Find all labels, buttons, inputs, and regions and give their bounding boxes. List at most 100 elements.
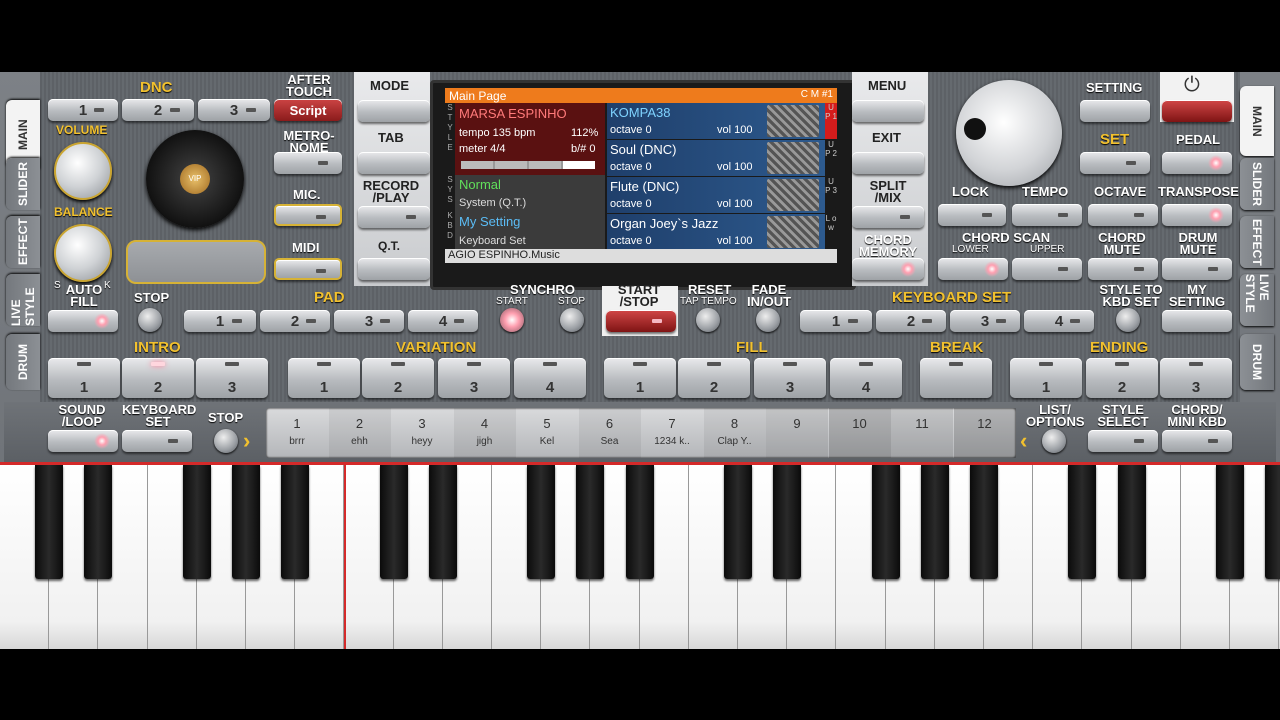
black-key[interactable] xyxy=(773,465,802,579)
pad-button-3[interactable]: 3 xyxy=(334,310,404,332)
volume-knob[interactable] xyxy=(54,142,112,200)
black-key[interactable] xyxy=(527,465,556,579)
style-slot[interactable]: 10 xyxy=(828,408,891,458)
style-slot[interactable]: 5 Kel xyxy=(516,408,578,458)
intro-button-1[interactable]: 1 xyxy=(48,358,120,398)
data-dial[interactable] xyxy=(956,80,1062,186)
pad-button-4[interactable]: 4 xyxy=(408,310,478,332)
side-tab-drum-right[interactable]: DRUM xyxy=(1240,334,1274,390)
black-key[interactable] xyxy=(182,465,211,579)
part-row[interactable]: Flute (DNC) octave 0 vol 100 xyxy=(607,177,825,213)
auto-fill-button[interactable] xyxy=(48,310,118,332)
style-slot[interactable]: 11 xyxy=(891,408,953,458)
fade-knob[interactable] xyxy=(756,308,780,332)
transpose-button[interactable] xyxy=(1162,204,1232,226)
power-button[interactable] xyxy=(1162,100,1232,122)
list-options-knob[interactable] xyxy=(1042,429,1066,453)
keyboard-set2-button[interactable] xyxy=(122,430,192,452)
black-key[interactable] xyxy=(576,465,605,579)
display-pad[interactable] xyxy=(126,240,266,284)
dnc-button-1[interactable]: 1 xyxy=(48,99,118,121)
black-key[interactable] xyxy=(84,465,113,579)
black-key[interactable] xyxy=(970,465,998,579)
mic-button[interactable] xyxy=(274,204,342,226)
black-key[interactable] xyxy=(1216,465,1244,579)
reset-knob[interactable] xyxy=(696,308,720,332)
side-tab-slider-right[interactable]: SLIDER xyxy=(1240,158,1274,210)
fill-button-2[interactable]: 2 xyxy=(678,358,750,398)
ending-button-3[interactable]: 3 xyxy=(1160,358,1232,398)
start-stop-button[interactable] xyxy=(606,310,676,332)
side-tab-live-style-left[interactable]: LIVE STYLE xyxy=(6,274,40,326)
style-to-kbd-knob[interactable] xyxy=(1116,308,1140,332)
style-slot[interactable]: 7 1234 k.. xyxy=(641,408,703,458)
tab-button[interactable] xyxy=(358,152,430,174)
style-panel[interactable]: MARSA ESPINHO tempo 135 bpm 112% meter 4… xyxy=(455,103,605,175)
fill-button-1[interactable]: 1 xyxy=(604,358,676,398)
kbd-set-button-3[interactable]: 3 xyxy=(950,310,1020,332)
lock-button[interactable] xyxy=(938,204,1006,226)
variation-button-4[interactable]: 4 xyxy=(514,358,586,398)
fill-button-3[interactable]: 3 xyxy=(754,358,826,398)
chord-memory-button[interactable] xyxy=(852,258,924,280)
side-tab-main-right[interactable]: MAIN xyxy=(1240,86,1274,156)
tempo-button[interactable] xyxy=(1012,204,1082,226)
style-slot[interactable]: 3 heyy xyxy=(391,408,453,458)
side-tab-drum-left[interactable]: DRUM xyxy=(6,334,40,390)
chord-mute-button[interactable] xyxy=(1088,258,1158,280)
mode-button[interactable] xyxy=(358,100,430,122)
black-key[interactable] xyxy=(1265,465,1280,579)
drum-mute-button[interactable] xyxy=(1162,258,1232,280)
kbd-set-button-4[interactable]: 4 xyxy=(1024,310,1094,332)
keyboard-set-panel[interactable]: My Setting Keyboard Set xyxy=(455,211,605,249)
kbd-set-button-2[interactable]: 2 xyxy=(876,310,946,332)
synchro-stop-knob[interactable] xyxy=(560,308,584,332)
side-tab-live-style-right[interactable]: LIVE STYLE xyxy=(1240,274,1274,326)
balance-knob[interactable] xyxy=(54,224,112,282)
chevron-left-icon[interactable]: ‹ xyxy=(1020,428,1027,454)
script-button[interactable]: Script xyxy=(274,99,342,121)
stop2-knob[interactable] xyxy=(214,429,238,453)
black-key[interactable] xyxy=(920,465,949,579)
black-key[interactable] xyxy=(1117,465,1146,579)
pad-stop-knob[interactable] xyxy=(138,308,162,332)
synchro-start-knob[interactable] xyxy=(500,308,524,332)
chord-scan-upper-button[interactable] xyxy=(1012,258,1082,280)
intro-button-2[interactable]: 2 xyxy=(122,358,194,398)
style-slot[interactable]: 12 xyxy=(953,408,1016,458)
exit-button[interactable] xyxy=(852,152,924,174)
metronome-button[interactable] xyxy=(274,152,342,174)
style-slot[interactable]: 1 brrr xyxy=(266,408,328,458)
chord-mini-kbd-button[interactable] xyxy=(1162,430,1232,452)
part-row[interactable]: Organ Joey`s Jazz octave 0 vol 100 xyxy=(607,214,825,250)
qt-button[interactable] xyxy=(358,258,430,280)
pad-button-1[interactable]: 1 xyxy=(184,310,256,332)
black-key[interactable] xyxy=(625,465,654,579)
vip-disc[interactable]: VIP xyxy=(146,130,244,228)
system-panel[interactable]: Normal System (Q.T.) xyxy=(455,175,605,211)
side-tab-slider-left[interactable]: SLIDER xyxy=(6,158,40,210)
black-key[interactable] xyxy=(232,465,260,579)
black-key[interactable] xyxy=(724,465,752,579)
intro-button-3[interactable]: 3 xyxy=(196,358,268,398)
variation-button-2[interactable]: 2 xyxy=(362,358,434,398)
style-slot[interactable]: 9 xyxy=(766,408,828,458)
pad-button-2[interactable]: 2 xyxy=(260,310,330,332)
setting-button[interactable] xyxy=(1080,100,1150,122)
dnc-button-3[interactable]: 3 xyxy=(198,99,270,121)
sound-loop-button[interactable] xyxy=(48,430,118,452)
style-slot[interactable]: 8 Clap Y.. xyxy=(703,408,766,458)
octave-button[interactable] xyxy=(1088,204,1158,226)
midi-button[interactable] xyxy=(274,258,342,280)
part-row[interactable]: Soul (DNC) octave 0 vol 100 xyxy=(607,140,825,176)
black-key[interactable] xyxy=(428,465,457,579)
black-key[interactable] xyxy=(281,465,310,579)
style-slot[interactable]: 6 Sea xyxy=(578,408,641,458)
variation-button-3[interactable]: 3 xyxy=(438,358,510,398)
side-tab-effect-right[interactable]: EFFECT xyxy=(1240,216,1274,268)
break-button[interactable] xyxy=(920,358,992,398)
style-select-button[interactable] xyxy=(1088,430,1158,452)
variation-button-1[interactable]: 1 xyxy=(288,358,360,398)
record-play-button[interactable] xyxy=(358,206,430,228)
pedal-button[interactable] xyxy=(1162,152,1232,174)
